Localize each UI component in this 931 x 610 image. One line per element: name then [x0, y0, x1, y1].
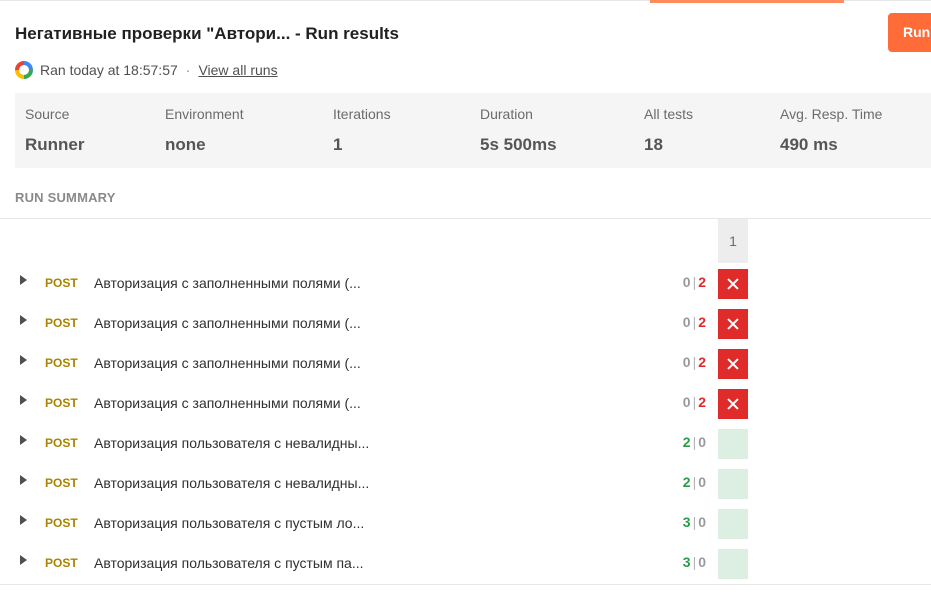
chevron-right-icon[interactable] — [20, 315, 27, 325]
failed-count: 0 — [698, 434, 706, 450]
request-row[interactable]: POST Авторизация с заполненными полями (… — [0, 344, 931, 384]
meta-separator: · — [185, 62, 191, 78]
close-icon[interactable] — [718, 309, 748, 339]
stat-label: Iterations — [333, 106, 391, 122]
request-name: Авторизация пользователя с пустым па... — [94, 555, 364, 571]
view-all-runs-link[interactable]: View all runs — [198, 62, 277, 78]
test-counts: 0 | 2 — [682, 394, 706, 410]
request-row[interactable]: POST Авторизация пользователя с невалидн… — [0, 424, 931, 464]
stat-value: none — [165, 135, 206, 154]
failed-count: 2 — [698, 394, 706, 410]
request-name: Авторизация пользователя с невалидны... — [94, 475, 370, 491]
test-counts: 0 | 2 — [682, 314, 706, 330]
passed-count: 0 — [682, 354, 691, 370]
request-method: POST — [45, 436, 78, 450]
stat-label: Avg. Resp. Time — [780, 106, 883, 122]
passed-count: 0 — [682, 394, 691, 410]
request-name: Авторизация с заполненными полями (... — [94, 275, 361, 291]
request-list: POST Авторизация с заполненными полями (… — [0, 264, 931, 584]
request-name: Авторизация с заполненными полями (... — [94, 315, 361, 331]
stat-label: Source — [25, 106, 70, 122]
iteration-column-header: 1 — [718, 219, 748, 263]
failed-count: 0 — [698, 554, 706, 570]
run-meta: Ran today at 18:57:57 · View all runs — [15, 60, 278, 80]
request-name: Авторизация с заполненными полями (... — [94, 395, 361, 411]
run-summary-heading: RUN SUMMARY — [15, 190, 116, 205]
test-counts: 2 | 0 — [682, 474, 706, 490]
chevron-right-icon[interactable] — [20, 475, 27, 485]
chevron-right-icon[interactable] — [20, 515, 27, 525]
passed-count: 0 — [682, 314, 691, 330]
stat-value: 490 ms — [780, 135, 838, 154]
run-stats-panel: Source Runner Environment none Iteration… — [15, 93, 931, 168]
request-method: POST — [45, 356, 78, 370]
close-icon[interactable] — [718, 389, 748, 419]
request-method: POST — [45, 556, 78, 570]
runner-icon — [15, 61, 33, 79]
request-method: POST — [45, 316, 78, 330]
divider — [0, 218, 931, 219]
chevron-right-icon[interactable] — [20, 555, 27, 565]
passed-count: 0 — [682, 274, 691, 290]
request-row[interactable]: POST Авторизация с заполненными полями (… — [0, 304, 931, 344]
failed-count: 2 — [698, 314, 706, 330]
passed-count: 3 — [682, 514, 691, 530]
test-counts: 0 | 2 — [682, 274, 706, 290]
request-row[interactable]: POST Авторизация пользователя с невалидн… — [0, 464, 931, 504]
stat-label: Duration — [480, 106, 533, 122]
passed-count: 2 — [682, 434, 691, 450]
request-name: Авторизация с заполненными полями (... — [94, 355, 361, 371]
request-name: Авторизация пользователя с пустым ло... — [94, 515, 365, 531]
run-button[interactable]: Run — [888, 13, 931, 52]
request-method: POST — [45, 276, 78, 290]
divider — [0, 584, 931, 585]
request-row[interactable]: POST Авторизация с заполненными полями (… — [0, 384, 931, 424]
active-tab-indicator — [650, 0, 844, 3]
request-row[interactable]: POST Авторизация пользователя с пустым л… — [0, 504, 931, 544]
chevron-right-icon[interactable] — [20, 355, 27, 365]
failed-count: 0 — [698, 514, 706, 530]
request-method: POST — [45, 396, 78, 410]
test-counts: 3 | 0 — [682, 554, 706, 570]
request-method: POST — [45, 476, 78, 490]
stat-value: Runner — [25, 135, 85, 154]
passed-cell[interactable] — [718, 429, 748, 459]
failed-count: 2 — [698, 354, 706, 370]
passed-count: 2 — [682, 474, 691, 490]
chevron-right-icon[interactable] — [20, 395, 27, 405]
passed-cell[interactable] — [718, 469, 748, 499]
stat-value: 1 — [333, 135, 343, 154]
request-row[interactable]: POST Авторизация пользователя с пустым п… — [0, 544, 931, 584]
request-name: Авторизация пользователя с невалидны... — [94, 435, 370, 451]
request-row[interactable]: POST Авторизация с заполненными полями (… — [0, 264, 931, 304]
stat-label: Environment — [165, 106, 244, 122]
passed-cell[interactable] — [718, 549, 748, 579]
stat-value: 5s 500ms — [480, 135, 557, 154]
passed-cell[interactable] — [718, 509, 748, 539]
failed-count: 2 — [698, 274, 706, 290]
page-title: Негативные проверки "Автори... - Run res… — [15, 24, 399, 43]
test-counts: 3 | 0 — [682, 514, 706, 530]
chevron-right-icon[interactable] — [20, 275, 27, 285]
test-counts: 2 | 0 — [682, 434, 706, 450]
ran-at-text: Ran today at 18:57:57 — [40, 62, 178, 78]
close-icon[interactable] — [718, 349, 748, 379]
stat-value: 18 — [644, 135, 663, 154]
test-counts: 0 | 2 — [682, 354, 706, 370]
chevron-right-icon[interactable] — [20, 435, 27, 445]
stat-label: All tests — [644, 106, 694, 122]
close-icon[interactable] — [718, 269, 748, 299]
failed-count: 0 — [698, 474, 706, 490]
passed-count: 3 — [682, 554, 691, 570]
request-method: POST — [45, 516, 78, 530]
